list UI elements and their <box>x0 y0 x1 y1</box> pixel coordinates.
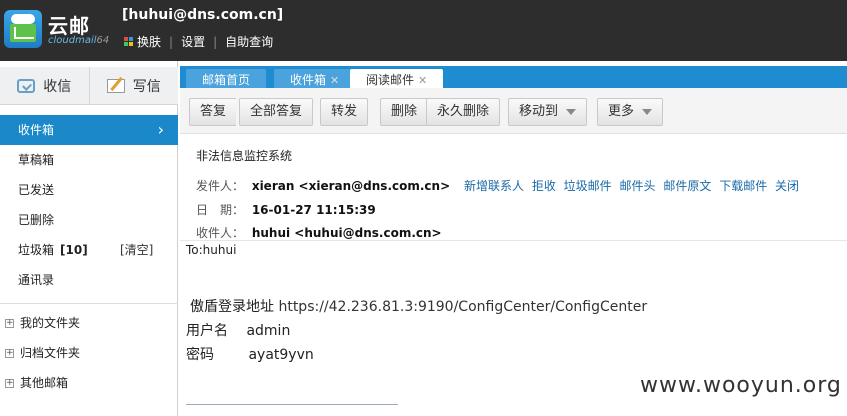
tree-item-archive[interactable]: + 归档文件夹 <box>0 338 178 368</box>
sidebar-item-inbox[interactable]: 收件箱 › <box>0 115 178 145</box>
close-icon[interactable]: ✕ <box>418 74 427 87</box>
divider: | <box>213 34 218 49</box>
empty-spam-link[interactable]: [清空] <box>120 235 153 265</box>
delete-button[interactable]: 删除 <box>380 98 428 126</box>
chevron-right-icon: › <box>157 120 164 139</box>
sidebar-item-spam[interactable]: 垃圾箱 [10] [清空] <box>0 235 178 265</box>
tab-label: 邮箱首页 <box>202 73 251 87</box>
receive-mail-button[interactable]: 收信 <box>0 67 90 104</box>
tree-item-my-folders[interactable]: + 我的文件夹 <box>0 308 178 338</box>
tree-item-label: 归档文件夹 <box>20 346 81 360</box>
sidebar-item-contacts[interactable]: 通讯录 <box>0 265 178 295</box>
spam-link[interactable]: 垃圾邮件 <box>564 179 612 193</box>
move-to-label: 移动到 <box>519 104 559 119</box>
divider <box>0 303 178 304</box>
body-to-line: To:huhui <box>186 243 237 257</box>
sidebar-item-label: 垃圾箱 <box>18 243 55 257</box>
password-value: ayat9yvn <box>248 347 314 363</box>
tree-item-label: 我的文件夹 <box>20 316 81 330</box>
download-mail-link[interactable]: 下载邮件 <box>719 179 767 193</box>
tree-item-label: 其他邮箱 <box>20 376 69 390</box>
add-contact-link[interactable]: 新增联系人 <box>464 179 524 193</box>
skin-link[interactable]: 换肤 <box>137 33 161 50</box>
chevron-down-icon <box>642 108 653 115</box>
compose-row: 收信 写信 <box>0 67 178 105</box>
date-label: 日 期： <box>196 203 245 217</box>
inbox-icon <box>17 78 36 93</box>
password-label: 密码 <box>186 347 214 363</box>
mail-toolbar: 答复 全部答复 转发 删除 永久删除 移动到 更多 <box>180 88 847 134</box>
chevron-down-icon <box>566 108 577 115</box>
expand-icon[interactable]: + <box>5 319 14 328</box>
close-link[interactable]: 关闭 <box>775 179 799 193</box>
sidebar-item-sent[interactable]: 已发送 <box>0 175 178 205</box>
date-row: 日 期： 16-01-27 11:15:39 <box>196 201 376 218</box>
username-label: 用户名 <box>186 323 228 339</box>
mail-source-link[interactable]: 邮件原文 <box>663 179 711 193</box>
skin-icon <box>124 37 133 46</box>
sidebar-item-deleted[interactable]: 已删除 <box>0 205 178 235</box>
body-line-login-url: 傲盾登录地址 https://42.236.81.3:9190/ConfigCe… <box>190 296 647 316</box>
move-to-dropdown[interactable]: 移动到 <box>508 98 588 126</box>
more-dropdown[interactable]: 更多 <box>597 98 664 126</box>
tree-item-other-mailboxes[interactable]: + 其他邮箱 <box>0 368 178 398</box>
sidebar: 收信 写信 收件箱 › 草稿箱 已发送 已删除 垃圾箱 [10] [清空] 通讯录 <box>0 61 178 416</box>
mail-subject: 非法信息监控系统 <box>196 149 293 163</box>
reply-button[interactable]: 答复 <box>189 98 237 126</box>
expand-icon[interactable]: + <box>5 349 14 358</box>
permanent-delete-button[interactable]: 永久删除 <box>426 98 501 126</box>
login-url: https://42.236.81.3:9190/ConfigCenter/Co… <box>278 299 648 315</box>
date-value: 16-01-27 11:15:39 <box>251 203 376 217</box>
to-row: 收件人： huhui <huhui@dns.com.cn> <box>196 224 442 241</box>
receive-mail-label: 收信 <box>43 78 72 95</box>
body-line-password: 密码 ayat9yvn <box>186 344 314 364</box>
compose-button[interactable]: 写信 <box>90 67 179 104</box>
sidebar-item-label: 草稿箱 <box>18 153 55 167</box>
watermark: www.wooyun.org <box>640 373 842 398</box>
reply-all-button[interactable]: 全部答复 <box>239 98 314 126</box>
reject-link[interactable]: 拒收 <box>532 179 556 193</box>
mail-header-link[interactable]: 邮件头 <box>620 179 656 193</box>
compose-label: 写信 <box>132 78 161 95</box>
compose-icon <box>106 78 125 93</box>
to-value[interactable]: huhui <huhui@dns.com.cn> <box>252 226 442 240</box>
from-label: 发件人： <box>196 179 245 193</box>
logo-sub: cloudmail64 <box>48 35 110 46</box>
settings-link[interactable]: 设置 <box>181 33 205 50</box>
top-links: 换肤 | 设置 | 自助查询 <box>124 33 273 50</box>
to-label: 收件人： <box>196 226 245 240</box>
mail-body: To:huhui 傲盾登录地址 https://42.236.81.3:9190… <box>180 241 847 416</box>
from-row: 发件人： xieran <xieran@dns.com.cn> 新增联系人 拒收… <box>196 177 803 194</box>
tab-bar: 邮箱首页 收件箱 ✕ 阅读邮件 ✕ <box>180 61 847 93</box>
self-query-link[interactable]: 自助查询 <box>225 33 273 50</box>
tab-label: 阅读邮件 <box>366 73 415 87</box>
sidebar-item-label: 已发送 <box>18 183 55 197</box>
divider: | <box>169 34 174 49</box>
mail-header: 非法信息监控系统 发件人： xieran <xieran@dns.com.cn>… <box>180 135 847 241</box>
from-value[interactable]: xieran <xieran@dns.com.cn> <box>252 179 450 193</box>
sidebar-item-label: 通讯录 <box>18 273 55 287</box>
account-address: [huhui@dns.com.cn] <box>122 7 284 23</box>
login-url-label: 傲盾登录地址 <box>190 299 274 315</box>
expand-icon[interactable]: + <box>5 379 14 388</box>
top-bar: 云邮 cloudmail64 [huhui@dns.com.cn] 换肤 | 设… <box>0 0 847 61</box>
forward-button[interactable]: 转发 <box>320 98 369 126</box>
username-value: admin <box>246 323 291 339</box>
from-actions: 新增联系人 拒收 垃圾邮件 邮件头 邮件原文 下载邮件 关闭 <box>464 179 803 193</box>
cloudmail-logo-icon <box>4 10 42 48</box>
spam-count-badge: [10] <box>60 243 88 257</box>
folder-list: 收件箱 › 草稿箱 已发送 已删除 垃圾箱 [10] [清空] 通讯录 + 我的文… <box>0 115 178 398</box>
sidebar-item-drafts[interactable]: 草稿箱 <box>0 145 178 175</box>
sidebar-item-label: 收件箱 <box>18 123 55 137</box>
sidebar-item-label: 已删除 <box>18 213 55 227</box>
body-line-username: 用户名 admin <box>186 320 290 340</box>
close-icon[interactable]: ✕ <box>330 74 339 87</box>
divider <box>186 404 398 405</box>
more-label: 更多 <box>608 104 635 119</box>
tab-label: 收件箱 <box>290 73 327 87</box>
